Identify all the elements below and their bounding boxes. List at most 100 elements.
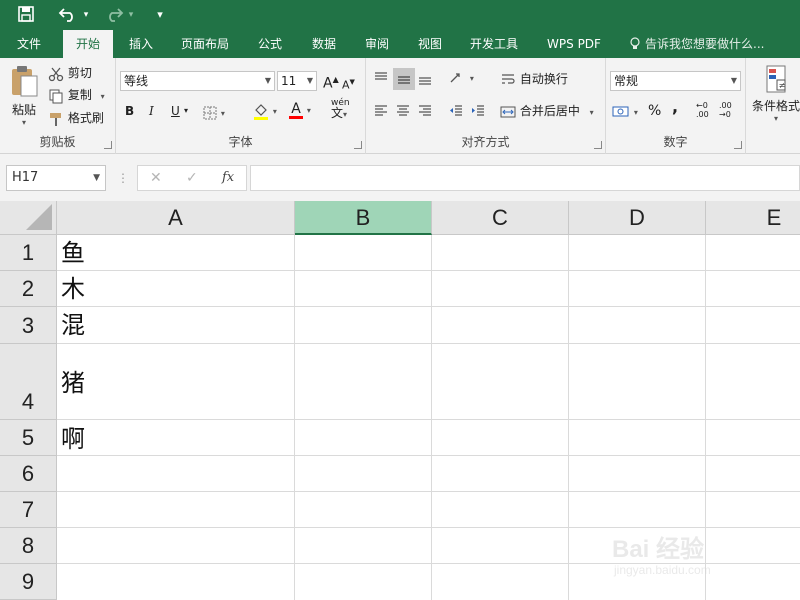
wrap-text-icon <box>502 73 515 84</box>
grid-line <box>431 235 432 600</box>
format-painter-button[interactable]: 格式刷 <box>48 109 104 127</box>
alignment-launcher-icon[interactable] <box>594 141 602 149</box>
row-header-9[interactable]: 9 <box>0 564 57 600</box>
fill-color-button[interactable]: ▾ <box>253 101 277 121</box>
redo-dropdown-icon[interactable]: ▾ <box>126 5 136 25</box>
tab-wps-pdf[interactable]: WPS PDF <box>538 30 610 58</box>
row-number: 7 <box>21 497 35 522</box>
copy-button[interactable]: 复制 ▾ <box>48 86 105 106</box>
undo-icon[interactable] <box>58 5 80 25</box>
column-header-b[interactable]: B <box>295 201 432 235</box>
row-header-8[interactable]: 8 <box>0 528 57 564</box>
tab-data[interactable]: 数据 <box>303 30 345 58</box>
column-header-a[interactable]: A <box>57 201 295 235</box>
comma-style-button[interactable]: , <box>672 98 678 116</box>
cell-a1[interactable]: 鱼 <box>61 237 291 269</box>
paste-dropdown-icon[interactable]: ▾ <box>6 118 42 127</box>
cell-a3[interactable]: 混 <box>61 309 291 341</box>
align-bottom-button[interactable] <box>417 68 433 86</box>
cut-button[interactable]: 剪切 <box>48 64 92 82</box>
increase-decimal-button[interactable]: ←0.00 <box>696 101 709 119</box>
row-header-3[interactable]: 3 <box>0 307 57 344</box>
tab-developer[interactable]: 开发工具 <box>463 30 525 58</box>
insert-function-icon[interactable]: fx <box>222 166 234 190</box>
bold-button[interactable]: B <box>125 102 134 120</box>
copy-dropdown-icon[interactable]: ▾ <box>101 92 105 101</box>
align-left-icon <box>375 104 387 116</box>
align-left-button[interactable] <box>373 101 389 119</box>
tab-formulas[interactable]: 公式 <box>249 30 291 58</box>
column-header-d[interactable]: D <box>569 201 706 235</box>
cancel-icon[interactable]: ✕ <box>150 166 162 190</box>
decrease-indent-button[interactable] <box>448 101 464 119</box>
align-center-button[interactable] <box>395 101 411 119</box>
underline-dropdown-icon[interactable]: ▾ <box>184 102 188 120</box>
conditional-formatting-button[interactable]: ≠ 条件格式 ▾ <box>748 64 800 123</box>
phonetic-button[interactable]: wén 文▾ <box>331 98 350 120</box>
paste-label: 粘贴 <box>11 103 36 117</box>
grow-font-button[interactable]: A▲ <box>323 71 339 93</box>
cell-a4[interactable]: 猪 <box>61 367 291 399</box>
decrease-decimal-button[interactable]: .00 →0 <box>719 101 732 119</box>
redo-icon[interactable] <box>104 5 126 25</box>
name-box[interactable]: H17 ▼ <box>6 165 106 191</box>
cell-a5[interactable]: 啊 <box>61 423 291 455</box>
undo-dropdown-icon[interactable]: ▾ <box>81 5 91 25</box>
wrap-text-button[interactable]: 自动换行 <box>500 70 568 88</box>
formula-input[interactable] <box>250 165 800 191</box>
row-header-6[interactable]: 6 <box>0 456 57 492</box>
underline-button[interactable]: U <box>171 102 180 120</box>
column-header-c[interactable]: C <box>432 201 569 235</box>
fill-color-dropdown-icon: ▾ <box>272 107 277 116</box>
row-number: 3 <box>21 313 35 338</box>
font-color-button[interactable]: A ▾ <box>289 100 311 120</box>
tab-review[interactable]: 审阅 <box>356 30 398 58</box>
font-size-select[interactable]: 11 ▼ <box>277 71 317 91</box>
percent-button[interactable]: % <box>648 102 661 120</box>
borders-button[interactable]: ▾ <box>203 103 225 123</box>
tab-home[interactable]: 开始 <box>63 30 113 58</box>
row-header-2[interactable]: 2 <box>0 271 57 307</box>
row-header-5[interactable]: 5 <box>0 420 57 456</box>
paste-button[interactable]: 粘贴 ▾ <box>6 64 42 127</box>
number-format-select[interactable]: 常规 ▼ <box>610 71 741 91</box>
grid-line <box>568 235 569 600</box>
tab-insert[interactable]: 插入 <box>120 30 162 58</box>
enter-icon[interactable]: ✓ <box>186 166 198 190</box>
orientation-button[interactable]: ▾ <box>448 68 474 88</box>
row-header-7[interactable]: 7 <box>0 492 57 528</box>
tab-page-layout[interactable]: 页面布局 <box>174 30 236 58</box>
row-header-1[interactable]: 1 <box>0 235 57 271</box>
cell-a2[interactable]: 木 <box>61 273 291 305</box>
number-launcher-icon[interactable] <box>734 141 742 149</box>
align-top-button[interactable] <box>373 68 389 86</box>
tell-me-search[interactable]: 告诉我您想要做什么... <box>628 30 764 58</box>
column-header-e[interactable]: E <box>706 201 800 235</box>
font-color-icon: A <box>289 102 303 119</box>
shrink-font-button[interactable]: A▼ <box>342 73 355 95</box>
paste-icon <box>12 66 38 97</box>
customize-quick-access-icon[interactable]: ▾ <box>153 5 167 25</box>
select-all-button[interactable] <box>0 201 57 235</box>
tab-file[interactable]: 文件 <box>6 30 52 58</box>
shrink-font-label: A <box>342 78 350 92</box>
italic-button[interactable]: I <box>149 102 154 120</box>
align-right-button[interactable] <box>417 101 433 119</box>
conditional-formatting-label: 条件格式 <box>751 99 800 113</box>
accounting-format-button[interactable]: ▾ <box>612 102 638 122</box>
accounting-dropdown-icon: ▾ <box>633 108 638 117</box>
font-name-select[interactable]: 等线 ▼ <box>120 71 275 91</box>
chevron-down-icon: ▼ <box>730 76 737 85</box>
formula-bar-grip[interactable]: ⋮ <box>117 165 129 191</box>
merge-center-button[interactable]: 合并后居中 ▾ <box>500 102 594 122</box>
save-icon[interactable] <box>17 5 37 25</box>
merge-center-dropdown-icon: ▾ <box>589 108 594 117</box>
font-launcher-icon[interactable] <box>354 141 362 149</box>
clipboard-launcher-icon[interactable] <box>104 141 112 149</box>
scissors-icon <box>48 67 64 81</box>
align-middle-icon <box>398 75 410 84</box>
row-header-4[interactable]: 4 <box>0 344 57 420</box>
align-middle-button[interactable] <box>393 68 415 90</box>
increase-indent-button[interactable] <box>470 101 486 119</box>
tab-view[interactable]: 视图 <box>409 30 451 58</box>
